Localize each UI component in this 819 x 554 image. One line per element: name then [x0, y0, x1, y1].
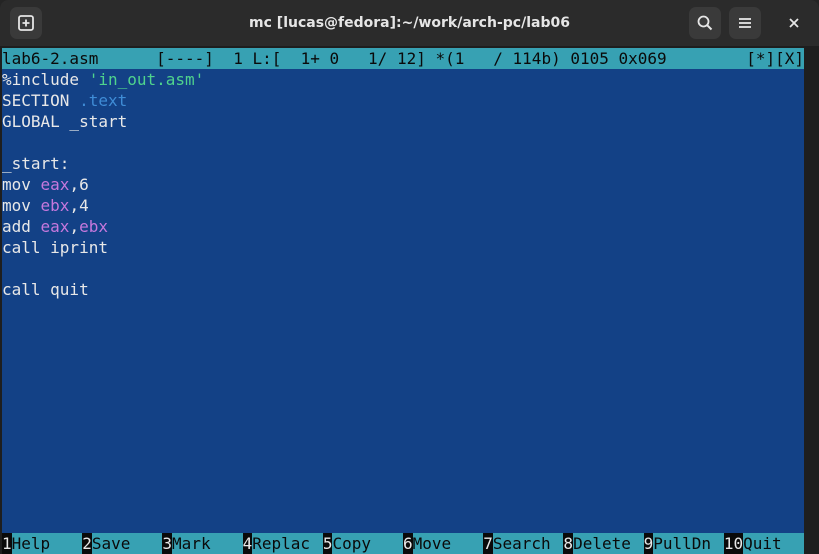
editor-status-info: lab6-2.asm [----] 1 L:[ 1+ 0 1/ 12] *(1 …	[2, 49, 667, 68]
new-tab-icon	[18, 15, 34, 31]
code-line[interactable]: mov eax,6	[2, 174, 804, 195]
close-button[interactable]	[778, 7, 810, 39]
fkey-replac[interactable]: 4 Replac	[242, 533, 323, 554]
fkey-move[interactable]: 6 Move	[403, 533, 484, 554]
fkey-number: 8	[563, 533, 574, 554]
code-line[interactable]: call iprint	[2, 237, 804, 258]
fkey-copy[interactable]: 5 Copy	[322, 533, 404, 554]
hamburger-menu-icon	[739, 18, 751, 28]
code-line[interactable]: %include 'in_out.asm'	[2, 69, 804, 90]
code-line[interactable]: GLOBAL _start	[2, 111, 804, 132]
fkey-number: 5	[322, 533, 333, 554]
code-token: SECTION	[2, 91, 80, 110]
window-title: mc [lucas@fedora]:~/work/arch-pc/lab06	[249, 15, 570, 31]
code-token: GLOBAL _start	[2, 112, 128, 131]
code-line[interactable]: call quit	[2, 279, 804, 300]
register-token: ebx	[79, 217, 108, 236]
fkey-number: 4	[242, 533, 253, 554]
editor-window-controls[interactable]: [*][X]	[746, 48, 804, 69]
terminal-scroll-margin	[804, 48, 819, 554]
code-text[interactable]: %include 'in_out.asm' SECTION .text GLOBAL…	[2, 69, 804, 300]
code-token: add	[2, 217, 41, 236]
fkey-label: Quit	[743, 533, 805, 554]
code-line[interactable]: SECTION .text	[2, 90, 804, 111]
editor-status-bar: lab6-2.asm [----] 1 L:[ 1+ 0 1/ 12] *(1 …	[2, 48, 804, 69]
fkey-pulldn[interactable]: 9 PullDn	[643, 533, 724, 554]
fkey-mark[interactable]: 3 Mark	[162, 533, 243, 554]
code-token: call quit	[2, 280, 89, 299]
fkey-number: 3	[162, 533, 173, 554]
code-token: _start:	[2, 154, 70, 173]
fkey-number: 6	[403, 533, 413, 554]
fkey-delete[interactable]: 8 Delete	[563, 533, 644, 554]
code-token: ,4	[69, 196, 89, 215]
title-bar[interactable]: mc [lucas@fedora]:~/work/arch-pc/lab06	[0, 0, 819, 46]
directive-token: .text	[79, 91, 128, 110]
fkey-label: Move	[412, 533, 484, 554]
fkey-label: Delete	[573, 533, 644, 554]
code-line[interactable]	[2, 132, 804, 153]
fkey-number: 10	[723, 533, 744, 554]
fkey-number: 1	[2, 533, 12, 554]
function-key-bar: 1 Help 2 Save 3 Mark 4 Replac 5 Copy 6 Move 7 Search 8…	[2, 533, 805, 554]
fkey-quit[interactable]: 10 Quit	[723, 533, 805, 554]
fkey-label: Mark	[172, 533, 243, 554]
close-icon	[789, 18, 799, 28]
terminal-window: mc [lucas@fedora]:~/work/arch-pc/lab06 l…	[0, 0, 819, 554]
search-button[interactable]	[689, 7, 721, 39]
register-token: eax	[40, 175, 70, 194]
fkey-number: 7	[483, 533, 493, 554]
fkey-number: 2	[82, 533, 92, 554]
string-token: 'in_out.asm'	[88, 70, 205, 89]
code-line[interactable]: add eax,ebx	[2, 216, 804, 237]
search-icon	[697, 15, 713, 31]
fkey-label: Search	[492, 533, 564, 554]
code-token: %include	[2, 70, 89, 89]
fkey-number: 9	[643, 533, 654, 554]
code-line[interactable]	[2, 258, 804, 279]
fkey-search[interactable]: 7 Search	[483, 533, 564, 554]
fkey-label: Save	[91, 533, 163, 554]
fkey-label: Copy	[332, 533, 404, 554]
fkey-label: Help	[11, 533, 83, 554]
editor-area[interactable]: lab6-2.asm [----] 1 L:[ 1+ 0 1/ 12] *(1 …	[2, 48, 805, 554]
code-line[interactable]: mov ebx,4	[2, 195, 804, 216]
code-token: ,	[69, 217, 80, 236]
code-token: mov	[2, 175, 41, 194]
code-token: ,6	[69, 175, 89, 194]
menu-button[interactable]	[729, 7, 761, 39]
fkey-help[interactable]: 1 Help	[2, 533, 83, 554]
fkey-save[interactable]: 2 Save	[82, 533, 163, 554]
register-token: eax	[40, 217, 70, 236]
code-token: mov	[2, 196, 41, 215]
fkey-label: Replac	[252, 533, 323, 554]
code-line[interactable]: _start:	[2, 153, 804, 174]
code-token: call iprint	[2, 238, 108, 257]
fkey-label: PullDn	[653, 533, 724, 554]
new-tab-button[interactable]	[10, 7, 42, 39]
register-token: ebx	[40, 196, 70, 215]
